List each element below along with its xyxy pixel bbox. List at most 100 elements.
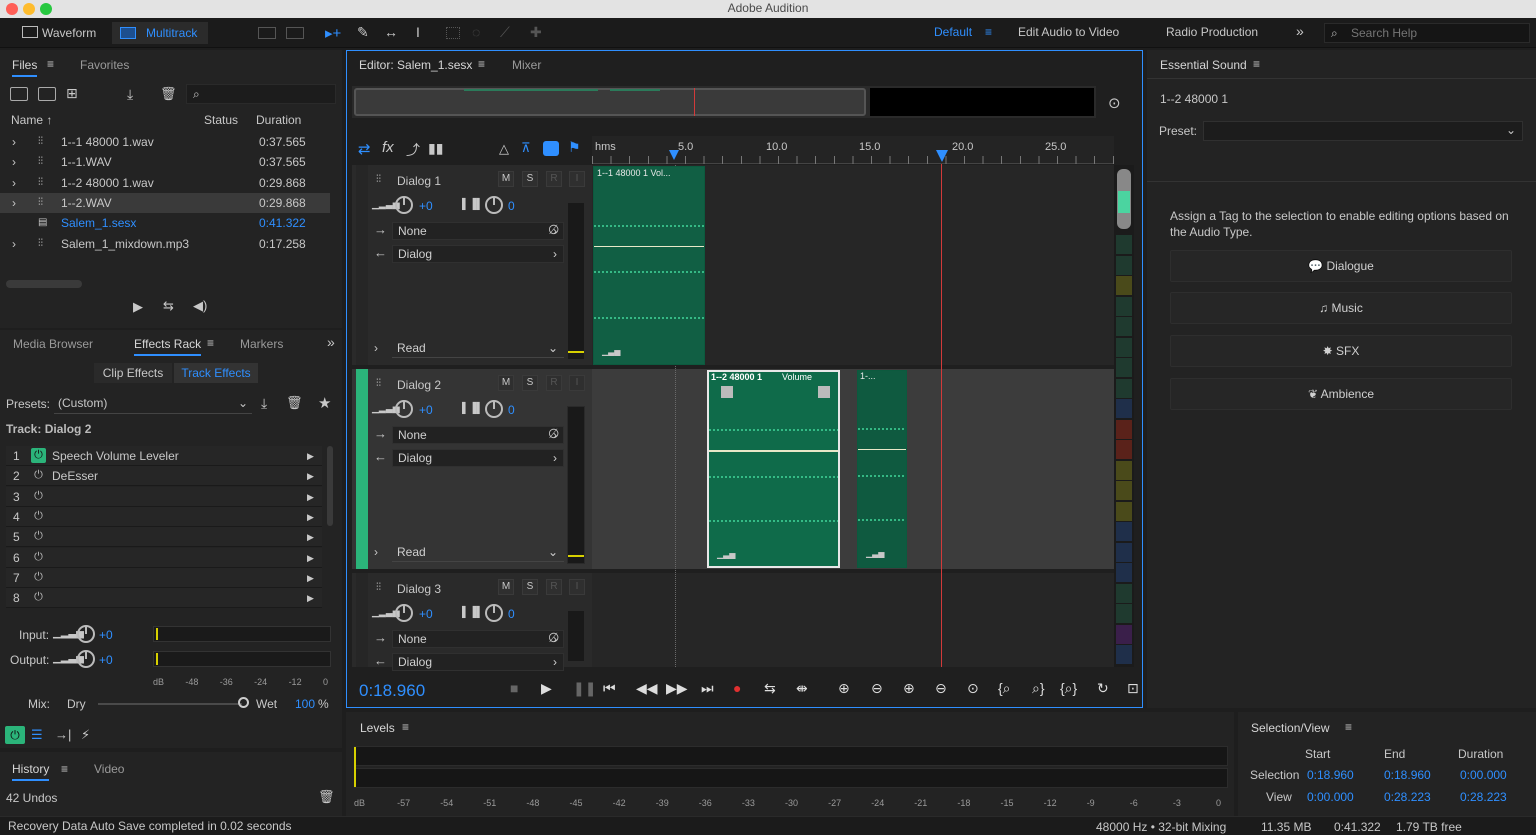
sfx-button[interactable]: ✸ SFX xyxy=(1170,335,1512,367)
zoom-selection-icon[interactable]: {⌕} xyxy=(1060,680,1078,696)
solo-button[interactable]: S xyxy=(522,579,538,595)
effect-slot[interactable]: 8 ⏻ ▶ xyxy=(6,588,322,609)
power-icon[interactable]: ⏻ xyxy=(31,489,46,504)
tab-history[interactable]: History xyxy=(12,762,50,781)
vertical-scroll-area[interactable] xyxy=(1114,165,1134,667)
track-header-3[interactable]: ⫶⫶ Dialog 3 M S R I ▁▂▃▅ +0 ▌▐▌ 0 → None › ∅ ← Dialog › xyxy=(352,573,592,671)
effects-menu-icon[interactable]: ≡ xyxy=(207,336,214,350)
chevron-right-icon[interactable]: › xyxy=(12,234,16,254)
zoom-out-full-icon[interactable]: ⊙ xyxy=(967,680,985,696)
selection-end[interactable]: 0:18.960 xyxy=(1384,768,1431,782)
file-row[interactable]: › ⫶⫶ 1--2.WAV 0:29.868 xyxy=(0,192,330,213)
chevron-right-icon[interactable]: › xyxy=(12,173,16,193)
play-icon[interactable]: ▶ xyxy=(541,680,559,696)
track-output-select[interactable]: Dialog › xyxy=(392,653,564,671)
minimize-window-button[interactable] xyxy=(23,3,35,15)
auto-play-icon[interactable]: ◀) xyxy=(193,298,207,314)
pan-knob[interactable] xyxy=(485,196,503,214)
track-output-select[interactable]: Dialog › xyxy=(392,245,564,263)
levels-menu-icon[interactable]: ≡ xyxy=(402,720,409,734)
col-status-header[interactable]: Status xyxy=(204,113,238,127)
tab-mixer[interactable]: Mixer xyxy=(512,58,541,72)
volume-knob[interactable] xyxy=(395,400,413,418)
zoom-window-button[interactable] xyxy=(40,3,52,15)
file-row[interactable]: › ⫶⫶ 1--1 48000 1.wav 0:37.565 xyxy=(0,132,330,152)
delete-preset-icon[interactable]: 🗑 xyxy=(286,395,303,411)
metronome-icon[interactable]: △ xyxy=(499,141,509,157)
inputs-outputs-icon[interactable]: ⇄ xyxy=(358,140,371,158)
editor-menu-icon[interactable]: ≡ xyxy=(478,57,485,71)
waveform-mode-button[interactable]: Waveform xyxy=(18,22,108,44)
file-row[interactable]: › ⫶⫶ 1--2 48000 1.wav 0:29.868 xyxy=(0,173,330,193)
clip-dialog2-b[interactable]: 1-... ▁▃▅ xyxy=(857,370,907,568)
marquee-tool-icon[interactable] xyxy=(446,27,460,39)
tab-markers[interactable]: Markers xyxy=(240,337,283,351)
mix-slider[interactable] xyxy=(98,703,242,705)
chevron-right-icon[interactable]: ▶ xyxy=(307,487,314,507)
pitch-display-icon[interactable] xyxy=(286,27,304,39)
mix-slider-handle[interactable] xyxy=(238,697,249,708)
view-duration[interactable]: 0:28.223 xyxy=(1460,790,1507,804)
phase-invert-icon[interactable]: ∅ xyxy=(548,630,559,646)
session-overview[interactable] xyxy=(352,86,1096,118)
volume-value[interactable]: +0 xyxy=(419,403,433,417)
chevron-right-icon[interactable]: ▶ xyxy=(307,527,314,547)
zoom-in-start-icon[interactable]: {⌕ xyxy=(998,680,1016,696)
effect-slot[interactable]: 4 ⏻ ▶ xyxy=(6,506,322,527)
clip-effects-tab[interactable]: Clip Effects xyxy=(94,363,172,383)
input-monitor-button[interactable]: I xyxy=(569,375,585,391)
volume-envelope[interactable] xyxy=(594,246,704,247)
eq-icon[interactable]: ▮▮ xyxy=(428,140,443,157)
track-effects-tab[interactable]: Track Effects xyxy=(174,363,258,383)
clip-dialog2-selected[interactable]: 1--2 48000 1 Volume ▁▃▅ xyxy=(707,370,840,568)
zoom-in-amplitude-icon[interactable]: ⊕ xyxy=(838,680,856,696)
file-row[interactable]: ▤ Salem_1.sesx 0:41.322 xyxy=(0,213,330,233)
power-icon[interactable]: ⏻ xyxy=(31,468,46,483)
new-file-icon[interactable]: ⊞ xyxy=(66,85,78,102)
spectral-display-icon[interactable] xyxy=(258,27,276,39)
stop-icon[interactable]: ■ xyxy=(510,680,528,696)
time-display[interactable]: 0:18.960 xyxy=(359,681,425,701)
essential-menu-icon[interactable]: ≡ xyxy=(1253,57,1260,71)
pan-value[interactable]: 0 xyxy=(508,607,515,621)
presets-dropdown[interactable]: (Custom) ⌄ xyxy=(54,394,252,414)
razor-tool-icon[interactable]: ✎ xyxy=(357,24,375,42)
automation-mode-select[interactable]: Read ⌄ xyxy=(392,544,564,562)
search-help-input[interactable] xyxy=(1351,25,1521,41)
output-gain-knob[interactable] xyxy=(77,650,95,668)
solo-button[interactable]: S xyxy=(522,375,538,391)
lasso-tool-icon[interactable]: ◌ xyxy=(472,24,490,42)
workspace-default[interactable]: Default xyxy=(934,25,972,39)
track-header-1[interactable]: ⫶⫶ Dialog 1 M S R I ▁▂▃▅ +0 ▌▐▌ 0 → None › ∅ ← Dialog › ›… xyxy=(352,165,592,365)
files-menu-icon[interactable]: ≡ xyxy=(47,57,54,71)
effect-slot[interactable]: 6 ⏻ ▶ xyxy=(6,547,322,568)
record-arm-button[interactable]: R xyxy=(546,579,562,595)
phase-invert-icon[interactable]: ∅ xyxy=(548,426,559,442)
effects-icon[interactable]: fx xyxy=(382,139,394,156)
files-filter-field[interactable]: ⌕ xyxy=(186,84,336,104)
chevron-right-icon[interactable]: › xyxy=(374,545,378,559)
volume-envelope[interactable] xyxy=(858,449,906,450)
pause-icon[interactable]: ❚❚ xyxy=(573,680,596,696)
volume-value[interactable]: +0 xyxy=(419,199,433,213)
col-duration-header[interactable]: Duration xyxy=(256,113,301,127)
power-icon[interactable]: ⏻ xyxy=(31,570,46,585)
mute-button[interactable]: M xyxy=(498,375,514,391)
preset-dropdown[interactable]: ⌄ xyxy=(1203,121,1523,141)
fast-forward-icon[interactable]: ▶▶ xyxy=(666,680,688,696)
dialogue-button[interactable]: 💬 Dialogue xyxy=(1170,250,1512,282)
chevron-right-icon[interactable]: › xyxy=(12,132,16,152)
volume-envelope[interactable] xyxy=(709,450,838,452)
open-file-icon[interactable] xyxy=(10,87,28,101)
more-workspaces-icon[interactable]: » xyxy=(1296,23,1304,39)
rewind-icon[interactable]: ◀◀ xyxy=(636,680,658,696)
brush-tool-icon[interactable]: ⟋ xyxy=(500,24,518,42)
input-monitor-button[interactable]: I xyxy=(569,579,585,595)
chevron-right-icon[interactable]: ▶ xyxy=(307,568,314,588)
power-icon[interactable]: ⏻ xyxy=(31,509,46,524)
input-monitor-button[interactable]: I xyxy=(569,171,585,187)
effect-slot[interactable]: 5 ⏻ ▶ xyxy=(6,527,322,548)
delete-file-icon[interactable]: 🗑 xyxy=(160,86,177,102)
zoom-clips-icon[interactable]: ⊡ xyxy=(1127,680,1145,696)
zoom-in-end-icon[interactable]: ⌕} xyxy=(1032,680,1050,696)
